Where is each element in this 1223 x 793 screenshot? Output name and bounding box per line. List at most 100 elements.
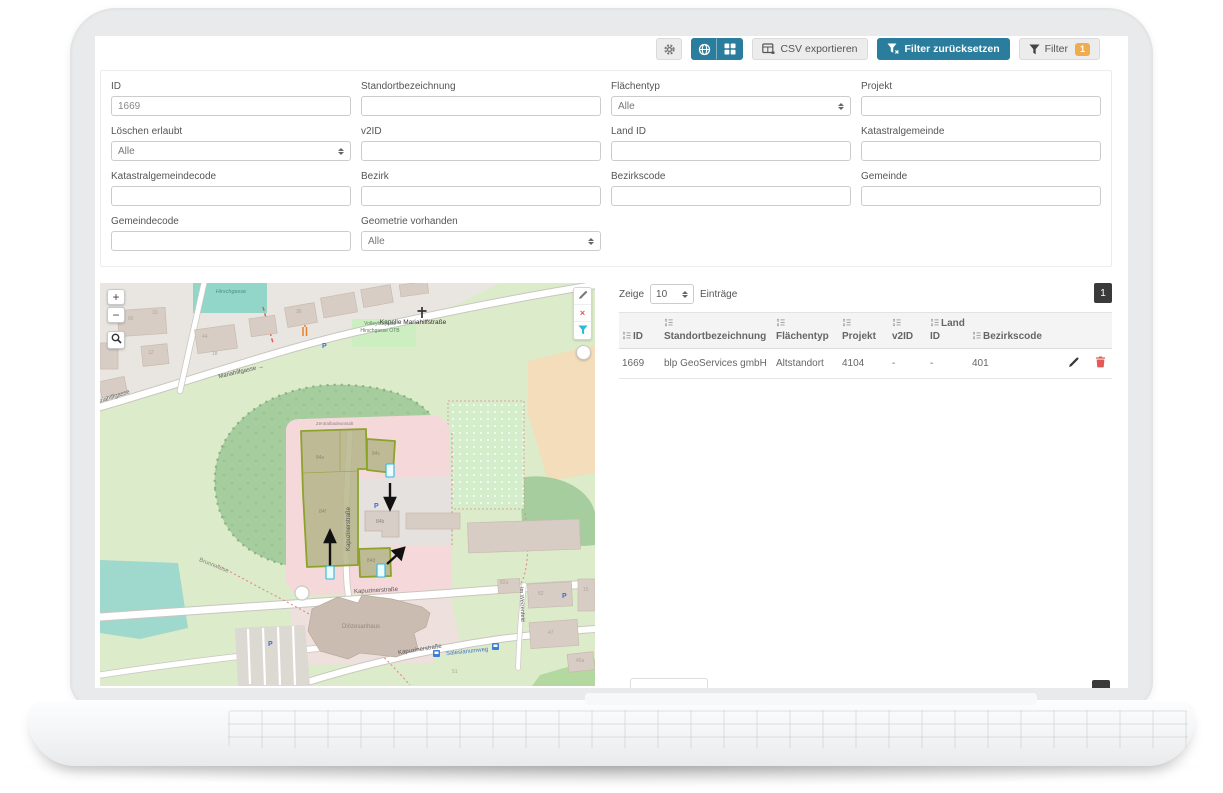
field-label: Gemeinde <box>861 171 1101 182</box>
settings-button[interactable] <box>656 38 682 60</box>
grid-icon <box>724 43 736 55</box>
select-value: 10 <box>656 289 667 300</box>
select-value: Alle <box>618 101 635 112</box>
projekt-input[interactable] <box>861 96 1101 116</box>
results-table: ID Standortbezeichnung Flächentyp Projek… <box>619 312 1112 379</box>
edit-row-button[interactable] <box>1068 356 1080 371</box>
cell-bezirkscode: 401 <box>969 349 1051 379</box>
map-search-button[interactable] <box>107 331 125 349</box>
column-header-v2id[interactable]: v2ID <box>889 313 927 349</box>
filter-field-id: ID <box>111 81 351 123</box>
filter-field-standortbezeichnung: Standortbezeichnung <box>361 81 601 123</box>
pagination-page-button-bottom[interactable] <box>1092 680 1110 688</box>
filter-field-v2id: v2ID <box>361 126 601 168</box>
map-canvas <box>100 283 595 686</box>
loeschen-erlaubt-select[interactable]: Alle <box>111 141 351 161</box>
select-value: Alle <box>118 146 135 157</box>
table-icon <box>762 43 775 55</box>
field-label: ID <box>111 81 351 92</box>
id-input[interactable] <box>111 96 351 116</box>
map-draw-button[interactable] <box>574 288 591 305</box>
column-header-projekt[interactable]: Projekt <box>839 313 889 349</box>
bezirk-input[interactable] <box>361 186 601 206</box>
funnel-x-icon <box>887 43 900 55</box>
map-zoom-in-button[interactable]: + <box>107 289 125 305</box>
laptop-bezel: CSV exportieren Filter zurücksetzen Filt… <box>70 8 1153 708</box>
field-label: Gemeindecode <box>111 216 351 227</box>
filter-field-projekt: Projekt <box>861 81 1101 123</box>
field-label: Katastralgemeindecode <box>111 171 351 182</box>
csv-export-label: CSV exportieren <box>780 43 857 55</box>
field-label: Flächentyp <box>611 81 851 92</box>
gear-icon <box>663 43 676 56</box>
map-clear-button[interactable]: × <box>574 305 591 322</box>
map-filter-button[interactable] <box>574 322 591 339</box>
filter-field-bezirk: Bezirk <box>361 171 601 213</box>
table-length-control: Zeige 10 Einträge 1 <box>619 283 1112 305</box>
field-label: Bezirkscode <box>611 171 851 182</box>
page-length-select[interactable]: 10 <box>650 284 694 304</box>
land-id-input[interactable] <box>611 141 851 161</box>
field-label: Katastralgemeinde <box>861 126 1101 137</box>
select-value: Alle <box>368 236 385 247</box>
field-label: Geometrie vorhanden <box>361 216 601 227</box>
pagination-page-button[interactable]: 1 <box>1094 283 1112 303</box>
column-header-flaechentyp[interactable]: Flächentyp <box>773 313 839 349</box>
funnel-icon <box>578 322 588 340</box>
laptop-base <box>28 700 1195 766</box>
column-header-id[interactable]: ID <box>619 313 661 349</box>
x-icon: × <box>580 309 585 318</box>
filter-panel: ID Standortbezeichnung Flächentyp Alle <box>100 70 1112 267</box>
page-length-select-bottom[interactable] <box>630 678 708 688</box>
csv-export-button[interactable]: CSV exportieren <box>752 38 867 60</box>
cell-projekt: 4104 <box>839 349 889 379</box>
view-toggle-group <box>691 38 743 60</box>
column-header-standortbezeichnung[interactable]: Standortbezeichnung <box>661 313 773 349</box>
column-header-land-id[interactable]: Land ID <box>927 313 969 349</box>
filter-reset-button[interactable]: Filter zurücksetzen <box>877 38 1010 60</box>
cell-id: 1669 <box>619 349 661 379</box>
bezirkscode-input[interactable] <box>611 186 851 206</box>
delete-row-button[interactable] <box>1095 356 1106 371</box>
map-view-button[interactable] <box>691 38 717 60</box>
filter-field-gemeinde: Gemeinde <box>861 171 1101 213</box>
geometrie-vorhanden-select[interactable]: Alle <box>361 231 601 251</box>
katastralgemeinde-input[interactable] <box>861 141 1101 161</box>
table-view-button[interactable] <box>717 38 743 60</box>
flaechentyp-select[interactable]: Alle <box>611 96 851 116</box>
table-header-row: ID Standortbezeichnung Flächentyp Projek… <box>619 313 1112 349</box>
laptop-mockup: CSV exportieren Filter zurücksetzen Filt… <box>0 0 1223 793</box>
field-label: Bezirk <box>361 171 601 182</box>
length-label-before: Zeige <box>619 289 644 300</box>
filter-reset-label: Filter zurücksetzen <box>905 43 1000 55</box>
select-caret-icon <box>838 100 844 113</box>
cell-land-id: - <box>927 349 969 379</box>
gemeindecode-input[interactable] <box>111 231 351 251</box>
filter-button[interactable]: Filter 1 <box>1019 38 1100 60</box>
katastralgemeindecode-input[interactable] <box>111 186 351 206</box>
pencil-icon <box>1068 360 1080 371</box>
field-label: Löschen erlaubt <box>111 126 351 137</box>
standortbezeichnung-input[interactable] <box>361 96 601 116</box>
v2id-input[interactable] <box>361 141 601 161</box>
field-label: Standortbezeichnung <box>361 81 601 92</box>
globe-icon <box>698 43 711 56</box>
column-header-bezirkscode[interactable]: Bezirkscode <box>969 313 1051 349</box>
laptop-hinge <box>585 693 1037 705</box>
cell-flaechentyp: Altstandort <box>773 349 839 379</box>
table-row[interactable]: 1669 blp GeoServices gmbH Altstandort 41… <box>619 349 1112 379</box>
map-tools-group: × <box>573 287 592 340</box>
pen-icon <box>578 287 588 305</box>
map-zoom-out-button[interactable]: − <box>107 307 125 323</box>
map-attribution-button[interactable] <box>576 345 591 360</box>
magnifier-icon <box>111 333 122 347</box>
filter-field-bezirkscode: Bezirkscode <box>611 171 851 213</box>
map-panel[interactable]: Mariahilfgasse → Mariahilfgasse Kapelle … <box>100 283 595 686</box>
funnel-icon <box>1029 44 1040 55</box>
toolbar: CSV exportieren Filter zurücksetzen Filt… <box>656 38 1100 60</box>
cell-v2id: - <box>889 349 927 379</box>
select-caret-icon <box>338 145 344 158</box>
gemeinde-input[interactable] <box>861 186 1101 206</box>
app-window: CSV exportieren Filter zurücksetzen Filt… <box>95 36 1128 688</box>
filter-field-geometrie-vorhanden: Geometrie vorhanden Alle <box>361 216 601 258</box>
